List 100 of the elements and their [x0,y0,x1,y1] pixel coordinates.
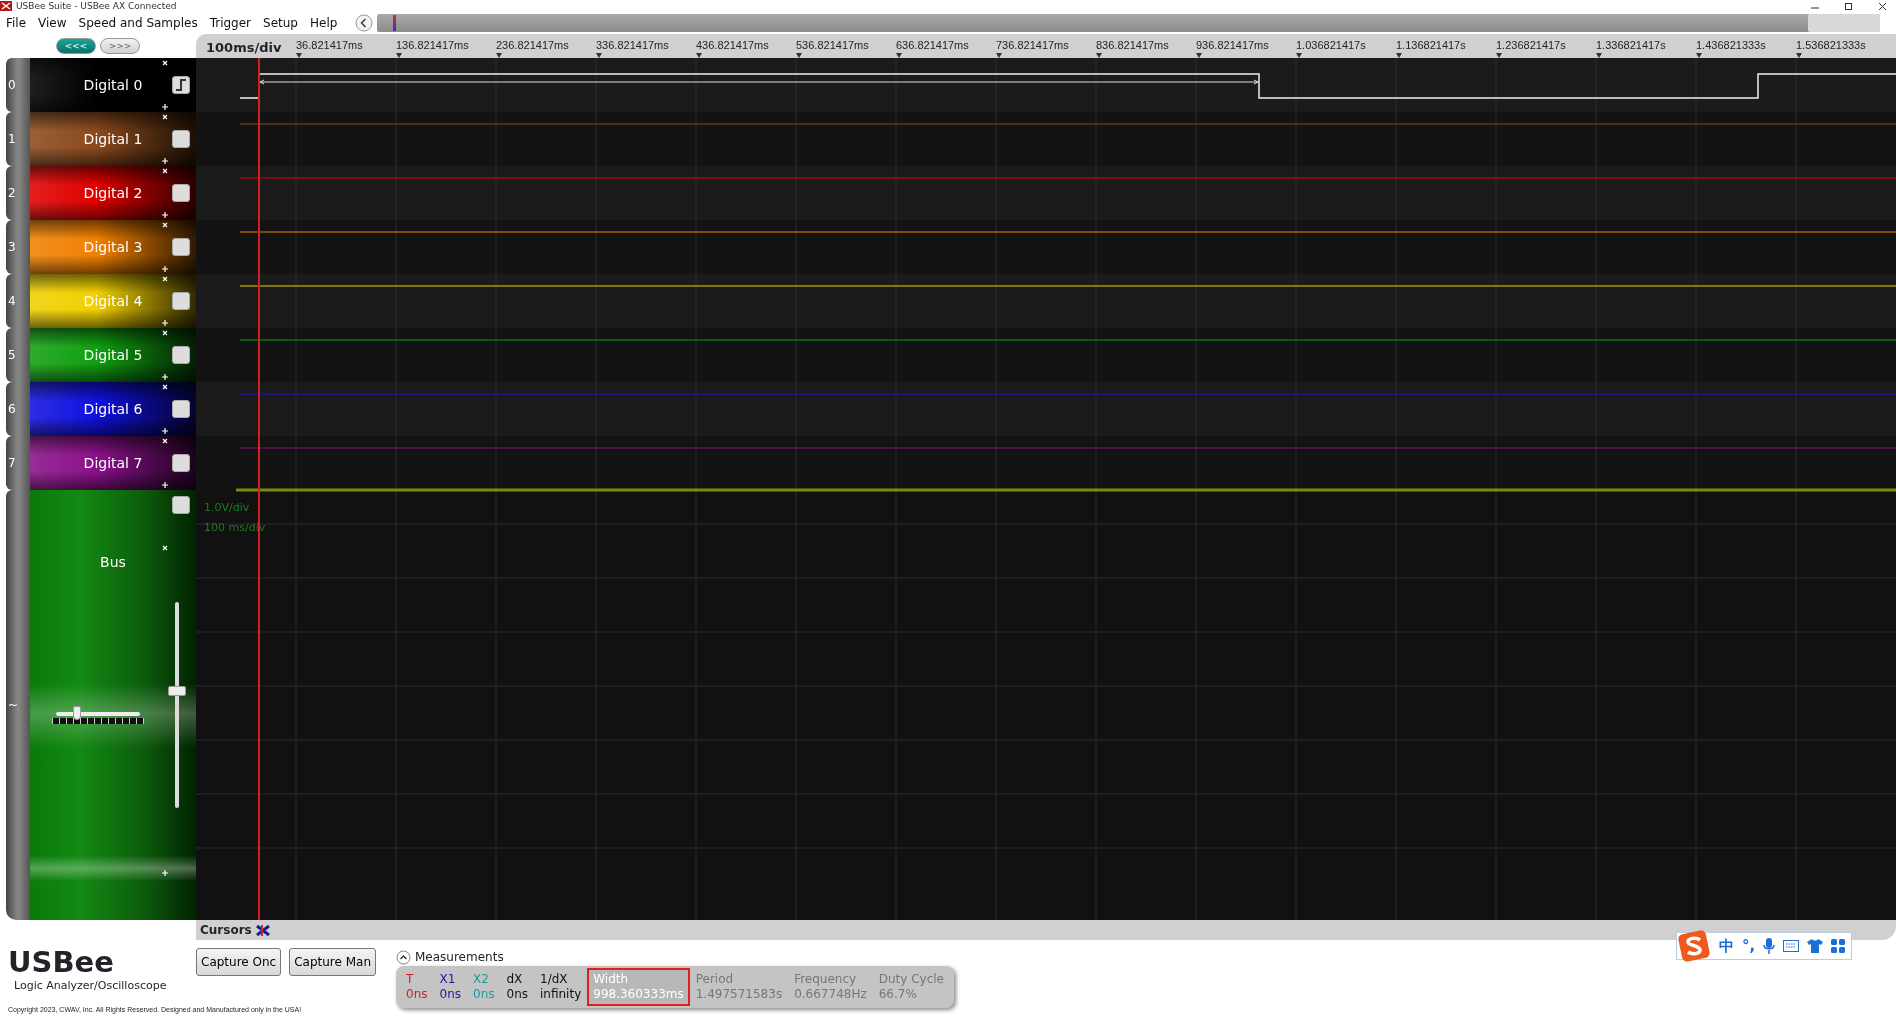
slider-thumb[interactable] [73,706,81,720]
ime-button[interactable]: °, [1742,934,1756,958]
channel-checkbox[interactable] [172,238,190,256]
menu-item[interactable]: Speed and Samples [72,14,204,32]
channel-checkbox[interactable] [172,346,190,364]
channel-checkbox[interactable] [172,130,190,148]
channel-name: Digital 5 [83,345,143,365]
tick-label: 1.036821417s [1296,38,1366,53]
close-icon[interactable] [1878,2,1888,10]
microphone-icon[interactable] [1763,938,1776,954]
plus-icon[interactable] [162,212,168,218]
measurement-value: 0ns [473,987,495,1002]
measurement-label: 1/dX [540,972,569,987]
channel-panel[interactable]: Digital 6 [30,382,196,436]
measurement-value: 998.360333ms [593,987,684,1002]
plus-icon[interactable] [162,320,168,326]
measurement-label: T [406,972,415,987]
channel-panel[interactable]: Digital 7 [30,436,196,490]
slider-thumb[interactable] [168,686,186,697]
plus-icon[interactable] [162,104,168,110]
channel-checkbox[interactable] [172,76,190,94]
measurement-value: 1.497571583s [695,987,783,1002]
channel-checkbox[interactable] [172,496,190,514]
channel-checkbox[interactable] [172,292,190,310]
capture-button[interactable]: Capture Onc [196,948,282,976]
plus-icon[interactable] [162,428,168,434]
measurement-label: Frequency [794,972,858,987]
capture-button[interactable]: Capture Man [289,948,377,976]
channel-name: Digital 0 [83,75,143,95]
measurement-label: X1 [439,972,457,987]
channel-panel[interactable]: Digital 3 [30,220,196,274]
ime-button[interactable]: 中 [1719,934,1734,958]
restore-icon[interactable] [1844,2,1854,10]
channel-number: 5 [6,328,30,382]
menu-item[interactable]: Setup [257,14,304,32]
ime-logo-icon[interactable] [1677,929,1711,963]
plus-icon[interactable] [162,266,168,272]
overview-scrollbar[interactable] [377,14,1880,32]
channel-name: Digital 1 [83,129,143,149]
measurement-value: 0.667748Hz [794,987,867,1002]
channel-checkbox[interactable] [172,400,190,418]
tick-label: 436.821417ms [696,38,769,53]
position-marker[interactable] [393,15,397,31]
scroll-left-button-icon[interactable] [355,14,374,32]
grid-icon[interactable] [1831,939,1846,953]
measurement-item[interactable]: dX 0ns [500,968,534,1006]
scale-label: 1.0V/div [204,500,250,516]
collapse-icon[interactable] [396,949,411,965]
nav-button[interactable]: <<< [56,38,96,54]
measurement-value: 0ns [439,987,461,1002]
measurement-label: X2 [473,972,490,987]
shirt-icon[interactable] [1807,939,1824,953]
brand-subtitle: Logic Analyzer/Oscilloscope [14,978,168,994]
channel-number: 4 [6,274,30,328]
cursors-title: Cursors [200,922,252,939]
tick-label: 336.821417ms [596,38,669,53]
channel-panel[interactable]: Digital 5 [30,328,196,382]
channel-panel[interactable]: Digital 0 [30,58,196,112]
bus-name: Bus [99,553,127,572]
tick-label: 1.336821417s [1596,38,1666,53]
tick-label: 1.236821417s [1496,38,1566,53]
measurement-label: Duty Cycle [878,972,944,987]
channel-panel[interactable]: Digital 4 [30,274,196,328]
channel-checkbox[interactable] [172,454,190,472]
channel-checkbox[interactable] [172,184,190,202]
horizontal-slider[interactable] [52,706,144,726]
measurement-item[interactable]: 1/dX infinity [534,968,588,1006]
cursor-markers-icon[interactable] [255,924,270,936]
channel-panel[interactable]: Digital 2 [30,166,196,220]
tick-label: 836.821417ms [1096,38,1169,53]
measurement-label: Width [593,972,630,987]
channel-name: Digital 4 [83,291,143,311]
tick-label: 1.536821333s [1796,38,1866,53]
timebase-label: 100ms/div [206,39,282,57]
tick-label: 936.821417ms [1196,38,1269,53]
bus-panel[interactable]: Bus [30,490,196,920]
plus-icon[interactable] [162,158,168,164]
menu-item[interactable]: File [0,14,33,32]
plus-icon[interactable] [162,482,168,488]
window-title: USBee Suite - USBee AX Connected [16,0,177,12]
vertical-slider[interactable] [168,602,186,808]
channel-number: 7 [6,436,30,490]
keyboard-icon[interactable] [1783,940,1800,952]
app-icon [0,1,12,11]
plus-icon[interactable] [162,870,168,876]
menu-item[interactable]: View [32,14,73,32]
measurement-value: 66.7% [878,987,918,1002]
measurement-item[interactable]: X1 0ns [433,968,467,1006]
measurement-value: infinity [540,987,582,1002]
channel-panel[interactable]: Digital 1 [30,112,196,166]
menu-item[interactable]: Help [304,14,344,32]
tick-label: 1.136821417s [1396,38,1466,53]
channel-name: Digital 3 [83,237,143,257]
tick-label: 236.821417ms [496,38,569,53]
plus-icon[interactable] [162,374,168,380]
channel-number: 2 [6,166,30,220]
channel-name: Digital 2 [83,183,143,203]
tick-label: 536.821417ms [796,38,869,53]
menu-item[interactable]: Trigger [203,14,258,32]
scrollbar-thumb[interactable] [1808,14,1880,32]
